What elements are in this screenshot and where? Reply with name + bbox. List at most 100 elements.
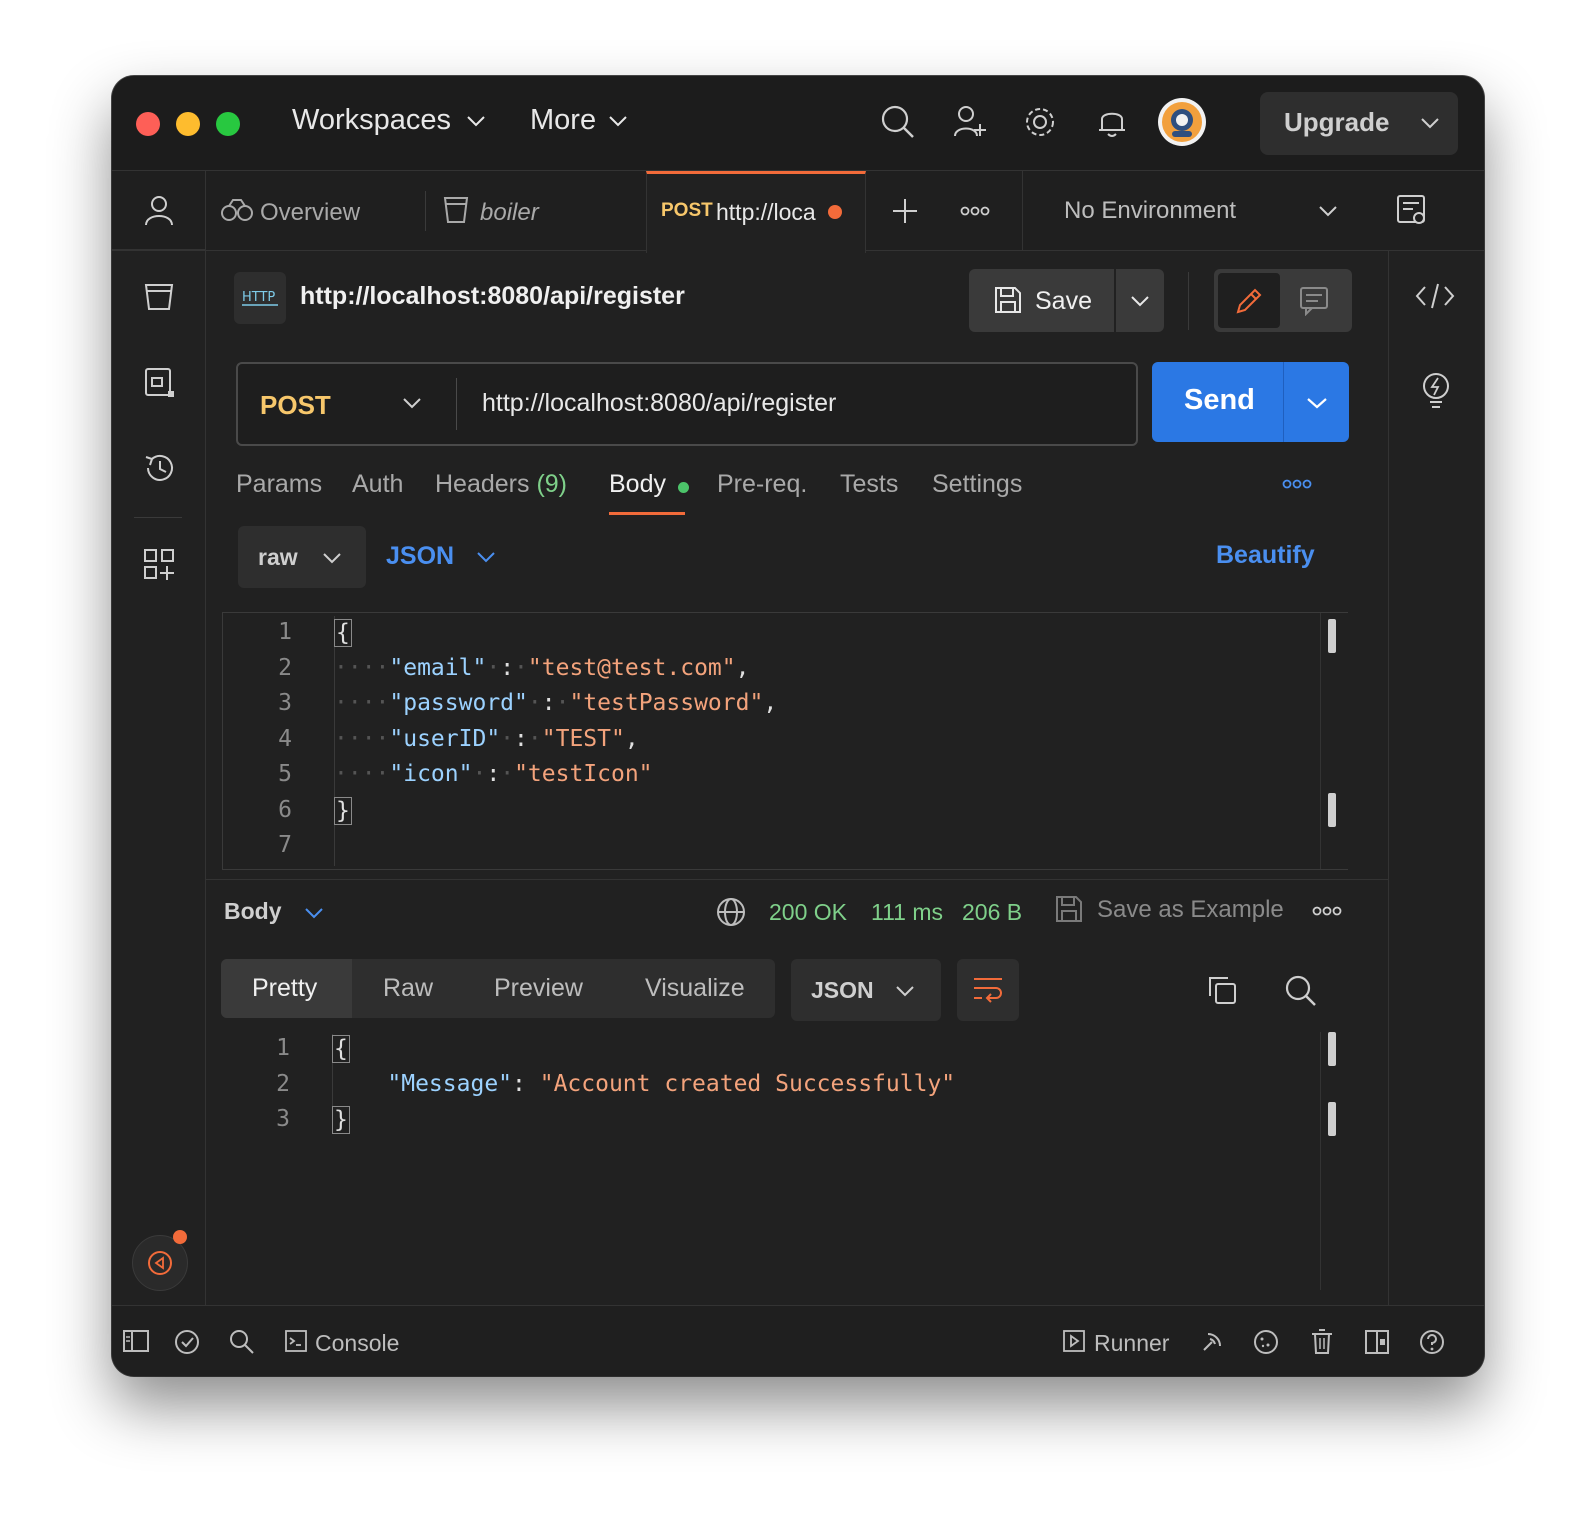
tab-boiler[interactable]: boiler — [426, 171, 646, 250]
minimize-window-button[interactable] — [176, 112, 200, 136]
environment-select[interactable]: No Environment — [1023, 171, 1353, 250]
upgrade-button[interactable]: Upgrade — [1260, 92, 1458, 155]
console-button[interactable]: Console — [284, 1324, 424, 1358]
sync-status-icon[interactable] — [173, 1328, 201, 1356]
tab-settings[interactable]: Settings — [932, 470, 1022, 499]
http-icon: HTTP — [242, 290, 278, 306]
url-bar: POST http://localhost:8080/api/register — [236, 362, 1138, 446]
code-line: ····"email"·:·"test@test.com", — [334, 655, 750, 681]
capture-requests-icon[interactable] — [1198, 1328, 1226, 1356]
tab-params[interactable]: Params — [236, 470, 322, 499]
pencil-icon — [1236, 288, 1262, 314]
unsaved-indicator-dot — [828, 205, 842, 219]
line-number: 7 — [278, 832, 292, 858]
tab-overview[interactable]: Overview — [205, 171, 425, 250]
url-input[interactable]: http://localhost:8080/api/register — [482, 389, 836, 418]
line-number: 1 — [276, 1035, 290, 1061]
tab-body[interactable]: Body — [609, 470, 666, 499]
tab-overflow-icon[interactable] — [960, 205, 990, 217]
response-time[interactable]: 111 ms — [871, 899, 943, 926]
response-size[interactable]: 206 B — [962, 899, 1022, 926]
code-line: "Message": "Account created Successfully… — [387, 1071, 956, 1097]
collections-icon[interactable] — [142, 279, 176, 313]
view-preview-tab[interactable]: Preview — [494, 974, 583, 1003]
notification-dot — [173, 1230, 187, 1244]
view-pretty-tab[interactable]: Pretty — [252, 974, 317, 1003]
save-as-example-label: Save as Example — [1097, 896, 1284, 923]
lightbulb-icon[interactable] — [1419, 371, 1453, 411]
code-line: ····"icon"·:·"testIcon" — [334, 761, 653, 787]
code-line: { — [334, 619, 352, 647]
invite-user-icon[interactable] — [952, 104, 988, 140]
response-status[interactable]: 200 OK — [769, 899, 847, 926]
cookies-icon[interactable] — [1252, 1328, 1280, 1356]
editor-scrollbar[interactable] — [1328, 619, 1336, 653]
search-response-icon[interactable] — [1284, 974, 1318, 1008]
editor-scroll-track — [1320, 613, 1321, 869]
line-number: 4 — [278, 726, 292, 752]
tab-headers[interactable]: Headers (9) — [435, 470, 567, 499]
workspaces-label: Workspaces — [292, 104, 452, 136]
toggle-sidebar-icon[interactable] — [122, 1328, 150, 1354]
postbot-button[interactable] — [132, 1230, 188, 1291]
url-divider — [456, 378, 457, 430]
save-as-example-button[interactable]: Save as Example — [1054, 892, 1294, 932]
body-language-select[interactable]: JSON — [386, 528, 516, 586]
response-more-icon[interactable] — [1312, 905, 1342, 917]
line-number: 3 — [276, 1106, 290, 1132]
maximize-window-button[interactable] — [216, 112, 240, 136]
response-format-select[interactable]: JSON — [791, 959, 941, 1021]
configure-workbench-icon[interactable] — [142, 547, 176, 581]
more-options-icon[interactable] — [1282, 478, 1312, 490]
line-number: 1 — [278, 619, 292, 645]
trash-icon[interactable] — [1308, 1328, 1336, 1356]
find-replace-icon[interactable] — [228, 1328, 256, 1356]
comments-icon[interactable] — [1298, 284, 1330, 316]
runner-button[interactable]: Runner — [1062, 1324, 1182, 1358]
tab-tests[interactable]: Tests — [840, 470, 898, 499]
code-snippet-icon[interactable] — [1415, 281, 1455, 311]
tab-active-request[interactable]: POST http://loca — [646, 171, 866, 253]
beautify-button[interactable]: Beautify — [1216, 541, 1315, 570]
search-icon[interactable] — [880, 104, 916, 140]
chevron-down-icon — [477, 552, 495, 563]
method-select[interactable]: POST — [238, 364, 456, 444]
active-tab-indicator — [609, 512, 685, 515]
response-scrollbar[interactable] — [1328, 1032, 1336, 1066]
history-icon[interactable] — [142, 451, 178, 485]
settings-gear-icon[interactable] — [1022, 104, 1058, 140]
more-label: More — [530, 104, 597, 136]
tab-auth[interactable]: Auth — [352, 470, 403, 499]
environment-quicklook-icon[interactable] — [1395, 193, 1429, 227]
chevron-down-icon[interactable] — [1306, 396, 1328, 410]
chevron-down-icon — [305, 908, 323, 919]
help-icon[interactable] — [1418, 1328, 1446, 1356]
close-window-button[interactable] — [136, 112, 160, 136]
header-divider — [1188, 272, 1189, 330]
user-profile-icon[interactable] — [142, 193, 176, 227]
wrap-lines-button[interactable] — [957, 959, 1019, 1021]
response-body-select[interactable]: Body — [224, 894, 334, 934]
environments-icon[interactable] — [142, 365, 176, 399]
new-tab-plus-icon[interactable] — [891, 197, 919, 225]
globe-icon[interactable] — [715, 896, 747, 928]
request-title[interactable]: http://localhost:8080/api/register — [300, 282, 685, 311]
binoculars-icon — [221, 199, 253, 221]
edit-mode-button[interactable] — [1218, 273, 1280, 328]
view-visualize-tab[interactable]: Visualize — [645, 974, 745, 1003]
send-button[interactable]: Send — [1152, 362, 1349, 442]
copy-icon[interactable] — [1206, 974, 1238, 1006]
view-raw-tab[interactable]: Raw — [383, 974, 433, 1003]
two-pane-view-icon[interactable] — [1363, 1328, 1391, 1356]
notifications-bell-icon[interactable] — [1094, 104, 1130, 140]
status-bar: Console Runner — [112, 1305, 1484, 1376]
svg-text:HTTP: HTTP — [242, 290, 275, 305]
response-scroll-track — [1320, 1032, 1321, 1290]
body-mode-select[interactable]: raw — [238, 526, 366, 588]
avatar-icon — [1162, 102, 1202, 142]
save-button[interactable]: Save — [969, 269, 1114, 332]
save-options-button[interactable] — [1116, 269, 1164, 332]
chevron-down-icon[interactable] — [1420, 116, 1440, 130]
user-avatar[interactable] — [1158, 98, 1206, 146]
tab-prereq[interactable]: Pre-req. — [717, 470, 807, 499]
